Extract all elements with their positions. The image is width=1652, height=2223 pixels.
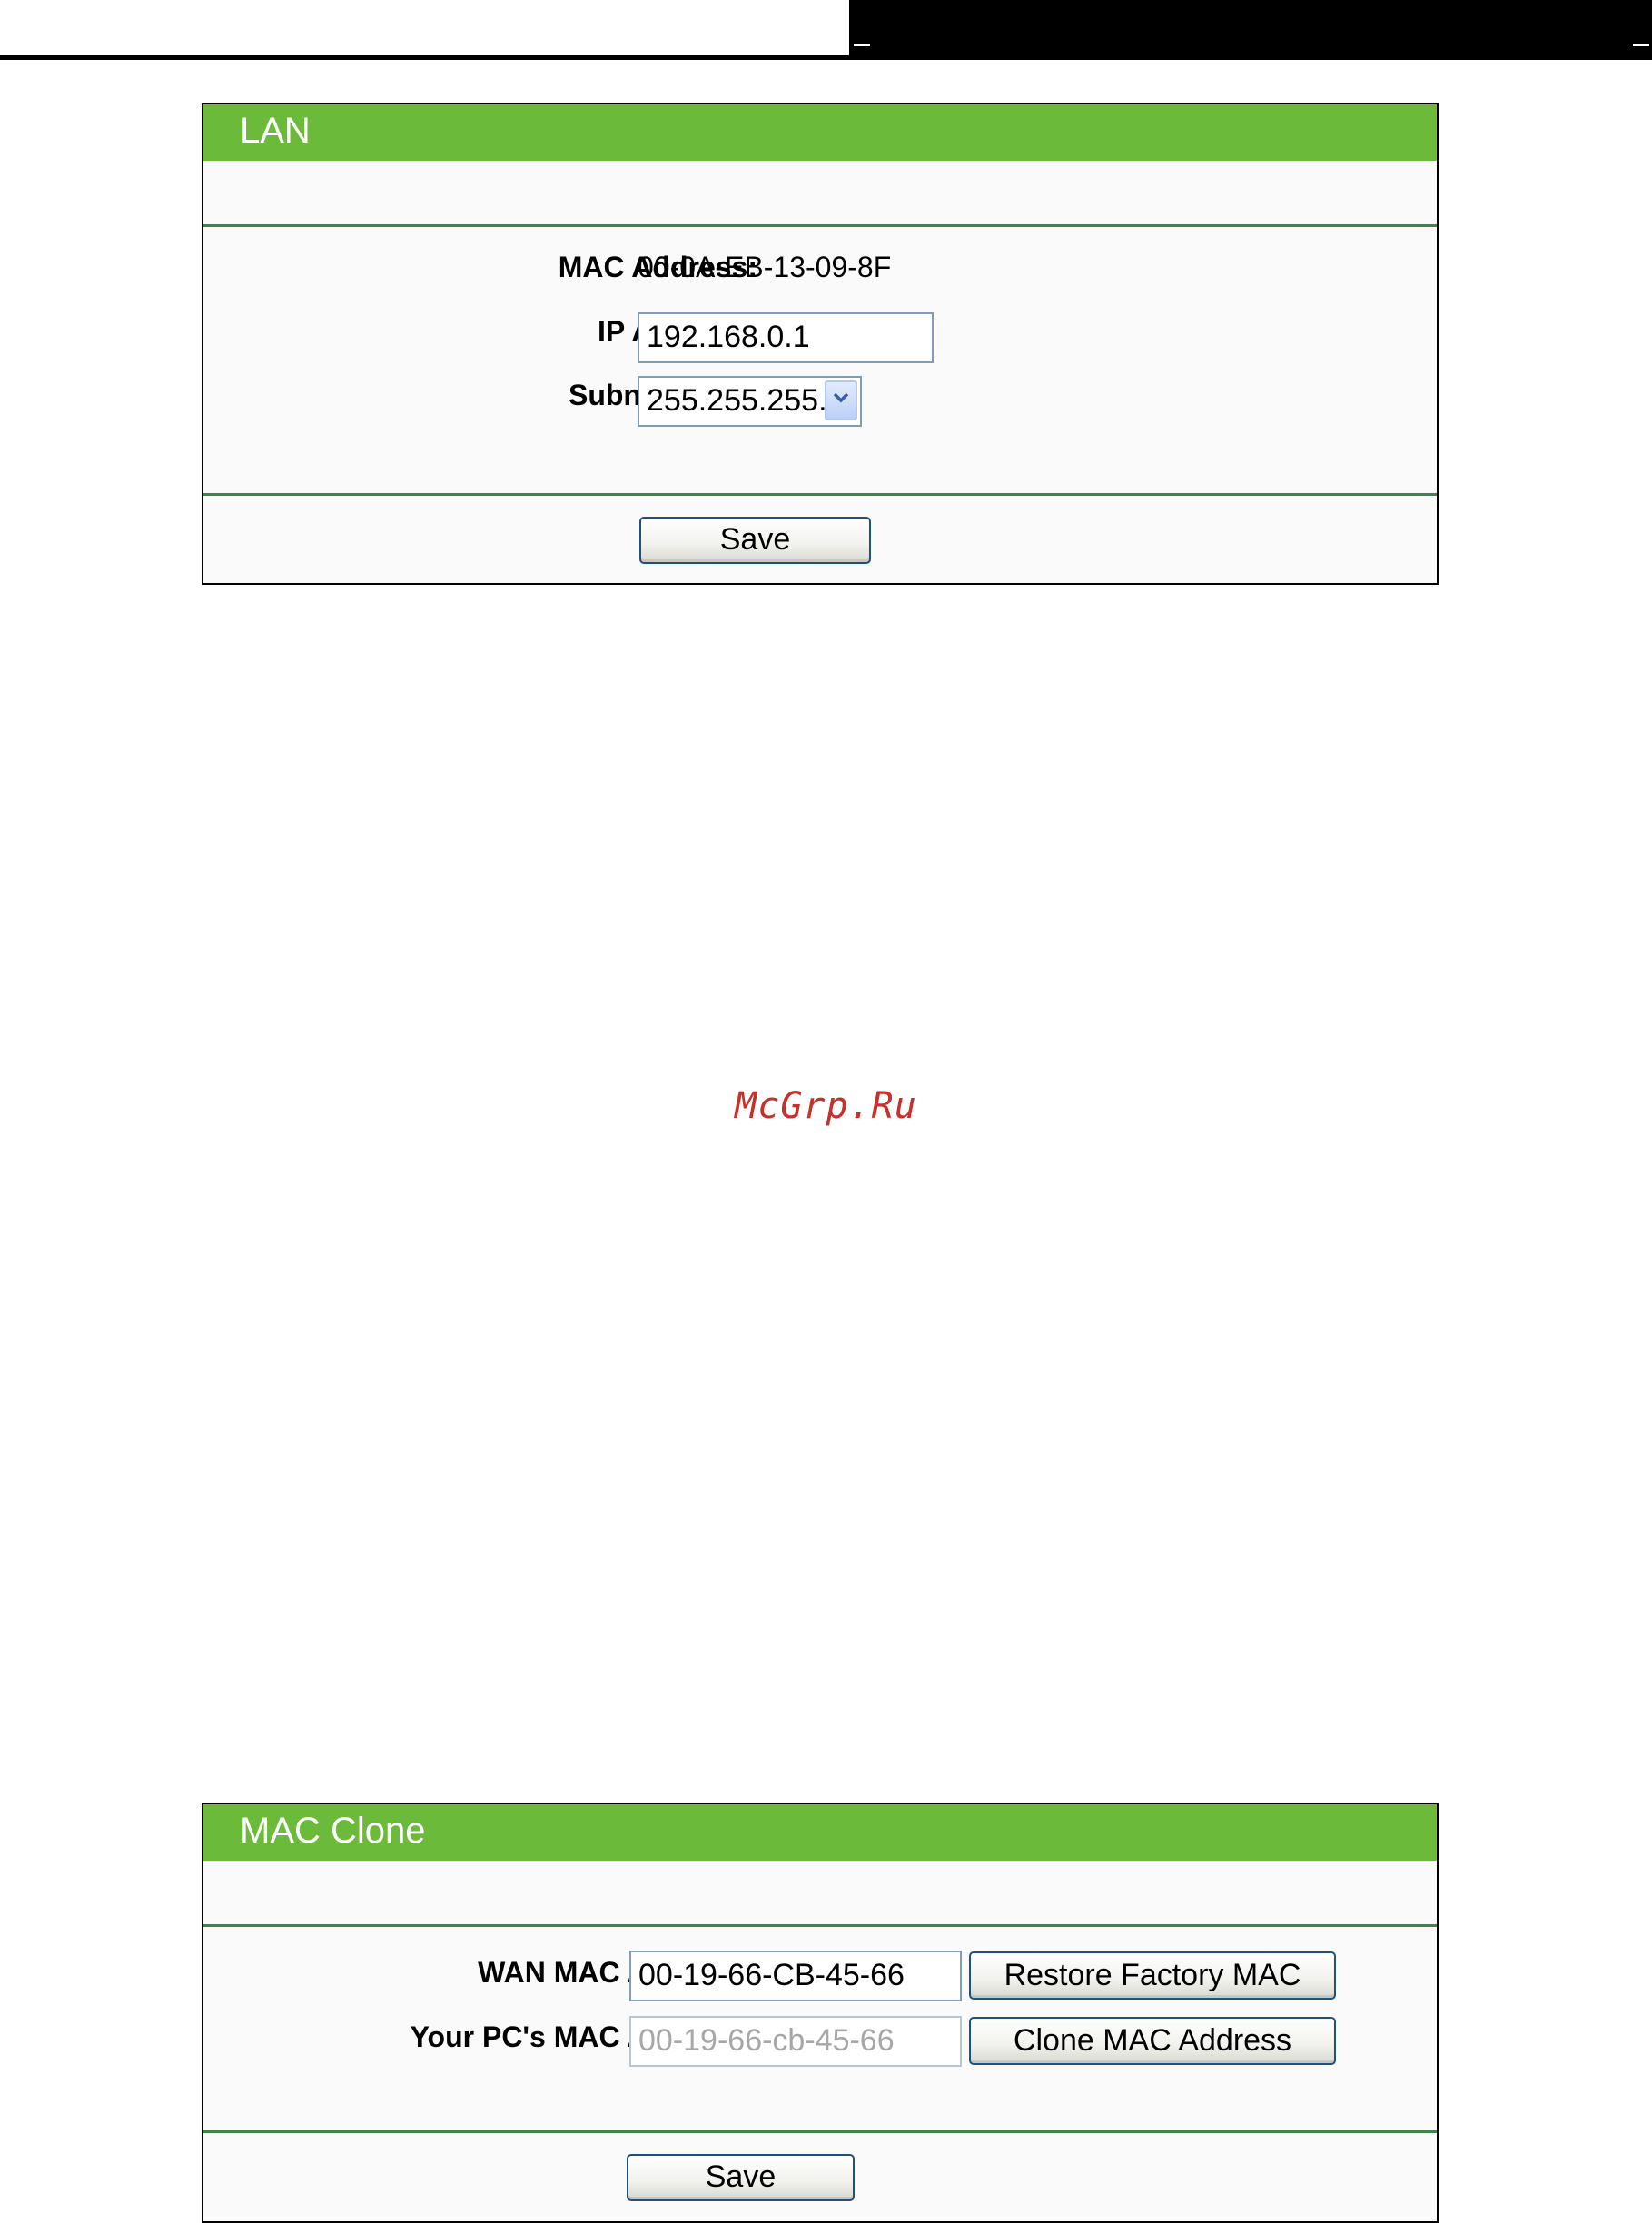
mac-clone-panel-title: MAC Clone [203,1804,1437,1861]
lan-panel: LAN MAC Address: 00-0A-EB-13-09-8F IP Ad… [202,103,1439,585]
document-header-tick [1633,44,1649,46]
mac-address-value: 00-0A-EB-13-09-8F [638,251,892,283]
lan-panel-title: LAN [203,104,1437,161]
clone-mac-address-button[interactable]: Clone MAC Address [969,2017,1336,2065]
subnet-mask-select[interactable]: 255.255.255.0 [638,376,862,427]
lan-panel-spacer [203,161,1437,227]
pc-mac-address-input: 00-19-66-cb-45-66 [629,2016,962,2067]
lan-form: MAC Address: 00-0A-EB-13-09-8F IP Addres… [203,227,1437,496]
document-header-bar [849,0,1652,60]
document-header-tick [854,44,870,46]
document-header-rule [0,55,1652,60]
mac-clone-panel-spacer [203,1861,1437,1927]
mac-clone-panel: MAC Clone WAN MAC Address: 00-19-66-CB-4… [202,1803,1439,2223]
lan-footer: Save [203,496,1437,583]
lan-save-button[interactable]: Save [639,517,871,564]
wan-mac-address-input[interactable]: 00-19-66-CB-45-66 [629,1951,962,2001]
subnet-mask-value: 255.255.255.0 [647,383,845,418]
watermark: McGrp.Ru [735,1085,917,1127]
ip-address-input[interactable]: 192.168.0.1 [638,312,934,363]
mac-clone-footer: Save [203,2133,1437,2221]
mac-clone-form: WAN MAC Address: 00-19-66-CB-45-66 Resto… [203,1927,1437,2133]
chevron-down-icon[interactable] [825,380,857,420]
mac-clone-save-button[interactable]: Save [627,2154,855,2201]
restore-factory-mac-button[interactable]: Restore Factory MAC [969,1951,1336,2000]
